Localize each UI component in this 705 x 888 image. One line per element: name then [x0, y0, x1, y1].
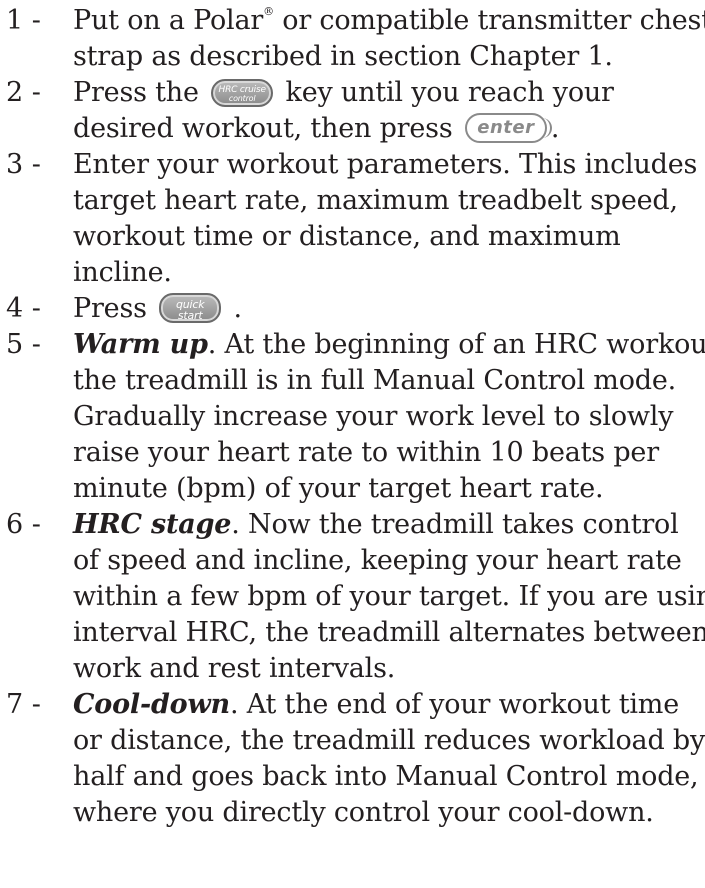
step-text: . Now the treadmill takes control	[231, 509, 679, 540]
step-line: half and goes back into Manual Control m…	[73, 761, 699, 792]
step-line: Press the HRC cruise control key until yo…	[73, 75, 705, 111]
step-text: . At the beginning of an HRC workout,	[207, 329, 705, 360]
step-3: 3 - Enter your workout parameters. This …	[0, 147, 705, 291]
step-line: Gradually increase your work level to sl…	[73, 401, 674, 432]
step-7: 7 - Cool-down. At the end of your workou…	[0, 687, 705, 831]
step-number: 3 -	[6, 149, 41, 180]
step-line: Warm up. At the beginning of an HRC work…	[73, 327, 705, 363]
step-number: 7 -	[6, 689, 41, 720]
step-line: minute (bpm) of your target heart rate.	[73, 473, 604, 504]
step-2: 2 - Press the HRC cruise control key unti…	[0, 75, 705, 147]
step-6: 6 - HRC stage. Now the treadmill takes c…	[0, 507, 705, 687]
step-5: 5 - Warm up. At the beginning of an HRC …	[0, 327, 705, 507]
instruction-list: 1 - Put on a Polar® or compatible transm…	[0, 3, 705, 831]
step-line: of speed and incline, keeping your heart…	[73, 545, 682, 576]
step-text: Put on a Polar	[73, 5, 264, 36]
step-heading: HRC stage	[73, 509, 232, 540]
key-label: enter	[477, 117, 535, 138]
enter-key-icon: enter	[464, 113, 552, 143]
step-heading: Warm up	[73, 329, 208, 360]
step-line: or distance, the treadmill reduces workl…	[73, 725, 705, 756]
step-number: 6 -	[6, 509, 41, 540]
step-text: desired workout, then press	[73, 113, 453, 144]
step-line: incline.	[73, 257, 172, 288]
step-line: Enter your workout parameters. This incl…	[73, 149, 698, 180]
key-label: start	[177, 309, 203, 322]
step-text: . At the end of your workout time	[229, 689, 679, 720]
step-line: Press quick start .	[73, 291, 705, 327]
step-number: 2 -	[6, 77, 41, 108]
step-number: 4 -	[6, 293, 41, 324]
step-1: 1 - Put on a Polar® or compatible transm…	[0, 3, 705, 75]
step-line: strap as described in section Chapter 1.	[73, 41, 613, 72]
step-line: HRC stage. Now the treadmill takes contr…	[73, 507, 705, 543]
step-line: the treadmill is in full Manual Control …	[73, 365, 676, 396]
registered-mark: ®	[263, 5, 274, 18]
quick-start-key-icon: quick start	[159, 293, 222, 323]
hrc-cruise-control-key-icon: HRC cruise control	[211, 79, 274, 107]
step-line: raise your heart rate to within 10 beats…	[73, 437, 659, 468]
step-line: within a few bpm of your target. If you …	[73, 581, 705, 612]
step-line: work and rest intervals.	[73, 653, 396, 684]
step-line: Cool-down. At the end of your workout ti…	[73, 687, 705, 723]
step-line: where you directly control your cool-dow…	[73, 797, 654, 828]
step-line: desired workout, then press enter.	[73, 111, 705, 147]
step-line: workout time or distance, and maximum	[73, 221, 621, 252]
step-text: Press the	[73, 77, 199, 108]
step-number: 5 -	[6, 329, 41, 360]
step-text: .	[550, 113, 560, 144]
step-4: 4 - Press quick start .	[0, 291, 705, 327]
step-text: Press	[73, 293, 147, 324]
key-label: control	[228, 94, 256, 103]
step-text: or compatible transmitter chest	[273, 5, 705, 36]
step-heading: Cool-down	[73, 689, 230, 720]
step-line: Put on a Polar® or compatible transmitte…	[73, 3, 705, 39]
step-line: target heart rate, maximum treadbelt spe…	[73, 185, 678, 216]
step-text: .	[233, 293, 243, 324]
step-number: 1 -	[6, 5, 41, 36]
step-line: interval HRC, the treadmill alternates b…	[73, 617, 705, 648]
step-text: key until you reach your	[285, 77, 614, 108]
